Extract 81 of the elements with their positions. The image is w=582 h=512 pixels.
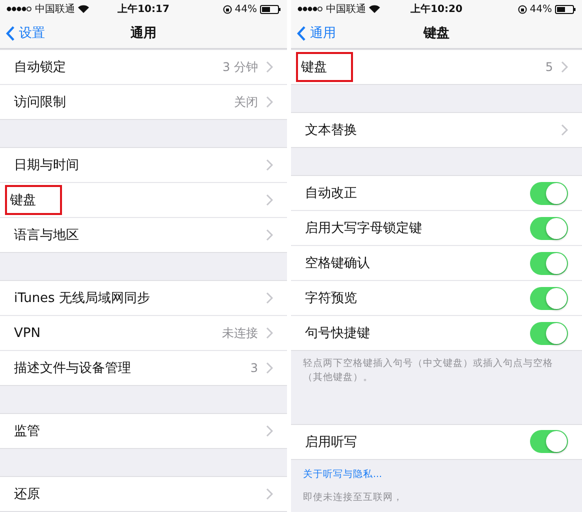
row-label: 日期与时间 <box>13 157 80 175</box>
nav-title: 通用 <box>130 25 156 42</box>
row-label: 句号快捷键 <box>304 325 371 343</box>
status-time: 上午10:17 <box>118 2 170 16</box>
wifi-icon <box>369 5 380 13</box>
settings-row[interactable]: 键盘 <box>0 183 287 218</box>
row-label: 访问限制 <box>13 94 67 112</box>
settings-row[interactable]: iTunes 无线局域网同步 <box>0 281 287 316</box>
chevron-right-icon <box>266 362 273 374</box>
toggle-switch[interactable] <box>530 286 568 310</box>
settings-row[interactable]: 还原 <box>0 477 287 511</box>
settings-row[interactable]: VPN 未连接 <box>0 316 287 351</box>
footer-note: 即使未连接至互联网， <box>303 490 404 504</box>
settings-row[interactable]: 文本替换 <box>291 113 582 147</box>
settings-row[interactable]: 启用听写 <box>291 424 582 459</box>
nav-title: 键盘 <box>424 25 450 42</box>
chevron-left-icon <box>297 26 306 40</box>
carrier-name: 中国联通 <box>326 2 366 16</box>
row-label: 空格键确认 <box>304 255 371 273</box>
settings-row[interactable]: 自动改正 <box>291 176 582 211</box>
settings-row[interactable]: 监管 <box>0 414 287 448</box>
settings-row[interactable]: 访问限制 关闭 <box>0 85 287 119</box>
chevron-right-icon <box>266 488 273 500</box>
back-button[interactable]: 通用 <box>297 24 336 42</box>
row-label: 启用大写字母锁定键 <box>304 220 423 238</box>
battery-level: 44% <box>530 4 552 14</box>
chevron-left-icon <box>6 26 15 40</box>
chevron-right-icon <box>266 292 273 304</box>
chevron-right-icon <box>266 229 273 241</box>
settings-row[interactable]: 空格键确认 <box>291 246 582 281</box>
battery-icon <box>555 4 576 14</box>
row-label: 监管 <box>13 423 41 441</box>
row-value: 未连接 <box>222 324 258 342</box>
signal-icon <box>297 6 323 12</box>
settings-row[interactable]: 日期与时间 <box>0 148 287 183</box>
chevron-right-icon <box>266 96 273 108</box>
row-label: 语言与地区 <box>13 227 80 245</box>
chevron-right-icon <box>266 194 273 206</box>
row-label: VPN <box>13 324 42 342</box>
row-value: 3 <box>250 361 258 375</box>
chevron-right-icon <box>266 327 273 339</box>
row-label: 键盘 <box>5 185 62 215</box>
settings-row[interactable]: 句号快捷键 <box>291 316 582 350</box>
footer-note: 轻点两下空格键插入句号（中文键盘）或插入句点与空格（其他键盘）。 <box>303 357 554 385</box>
carrier-name: 中国联通 <box>35 2 75 16</box>
chevron-right-icon <box>266 425 273 437</box>
battery-level: 44% <box>234 4 257 14</box>
toggle-switch[interactable] <box>530 216 568 240</box>
row-value: 关闭 <box>234 94 258 110</box>
row-label: iTunes 无线局域网同步 <box>13 290 151 308</box>
chevron-right-icon <box>266 61 273 73</box>
row-value: 5 <box>545 60 553 74</box>
chevron-right-icon <box>561 124 568 136</box>
toggle-switch[interactable] <box>530 322 568 344</box>
chevron-right-icon <box>561 61 568 73</box>
row-label: 自动锁定 <box>13 59 67 77</box>
row-label: 启用听写 <box>304 434 358 452</box>
settings-row[interactable]: 语言与地区 <box>0 218 287 252</box>
settings-row[interactable]: 自动锁定 3 分钟 <box>0 50 287 85</box>
battery-icon <box>260 4 281 14</box>
row-label: 文本替换 <box>304 122 358 140</box>
row-label: 自动改正 <box>304 185 358 203</box>
signal-icon <box>6 6 32 12</box>
settings-row[interactable]: 字符预览 <box>291 281 582 316</box>
wifi-icon <box>78 5 89 13</box>
row-label: 描述文件与设备管理 <box>13 360 132 378</box>
row-label: 还原 <box>13 486 41 504</box>
settings-row[interactable]: 启用大写字母锁定键 <box>291 211 582 246</box>
toggle-switch[interactable] <box>530 182 568 204</box>
toggle-switch[interactable] <box>530 430 568 454</box>
rotation-lock-icon <box>518 4 527 14</box>
row-label: 字符预览 <box>304 290 358 308</box>
toggle-switch[interactable] <box>530 252 568 274</box>
rotation-lock-icon <box>222 4 232 14</box>
chevron-right-icon <box>266 159 273 171</box>
settings-row[interactable]: 键盘 5 <box>291 50 582 84</box>
settings-row[interactable]: 描述文件与设备管理 3 <box>0 351 287 385</box>
back-button[interactable]: 设置 <box>6 24 45 42</box>
row-label: 键盘 <box>296 52 353 82</box>
status-time: 上午10:20 <box>410 2 462 16</box>
row-value: 3 分钟 <box>222 58 258 76</box>
